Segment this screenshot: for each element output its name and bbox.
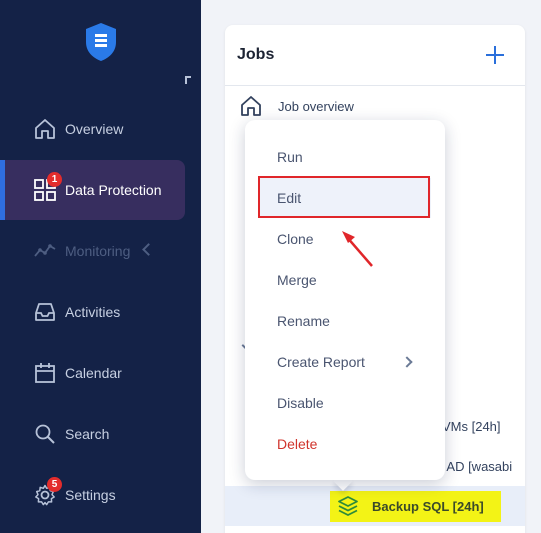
selected-job-highlight[interactable]: Backup SQL [24h] (330, 491, 501, 522)
nav-overview-label: Overview (65, 121, 124, 137)
selected-job-label: Backup SQL [24h] (372, 499, 484, 514)
search-icon (33, 422, 57, 446)
home-icon (33, 117, 57, 141)
notification-badge: 5 (47, 477, 62, 492)
menu-item-disable[interactable]: Disable (245, 383, 445, 423)
add-job-button[interactable] (484, 44, 506, 66)
menu-item-run[interactable]: Run (245, 137, 445, 177)
shield-logo-icon[interactable] (84, 22, 118, 62)
annotation-arrow-icon (342, 231, 373, 267)
menu-item-delete[interactable]: Delete (245, 424, 445, 464)
panel-title: Jobs (237, 46, 275, 63)
nav-overview[interactable]: Overview (0, 99, 185, 159)
context-menu: Run Edit Clone Merge Rename Create Repor… (245, 120, 445, 480)
calendar-icon (33, 361, 57, 385)
nav-settings[interactable]: 5 Settings (0, 465, 185, 525)
nav-data-protection[interactable]: 1 Data Protection (0, 160, 185, 220)
nav-calendar-label: Calendar (65, 365, 122, 381)
job-item-label[interactable]: y AD [wasabi (437, 459, 512, 474)
job-overview-link[interactable]: Job overview (240, 93, 354, 119)
chevron-right-icon (401, 356, 413, 368)
divider (225, 85, 525, 86)
annotation-highlight-box (258, 176, 430, 218)
menu-item-create-report[interactable]: Create Report (245, 342, 445, 382)
notification-badge: 1 (47, 172, 62, 187)
nav-monitoring[interactable]: Monitoring (0, 221, 185, 281)
nav-monitoring-label: Monitoring (65, 243, 131, 259)
chevron-left-icon (142, 243, 155, 256)
sidebar: Overview 1 Data Protection Monitoring Ac… (0, 0, 201, 533)
inbox-icon (33, 300, 57, 324)
nav-activities-label: Activities (65, 304, 121, 320)
nav-activities[interactable]: Activities (0, 282, 185, 342)
home-icon (241, 96, 261, 116)
menu-item-rename[interactable]: Rename (245, 301, 445, 341)
nav-search-label: Search (65, 426, 110, 442)
nav-data-protection-label: Data Protection (65, 182, 162, 198)
nav-calendar[interactable]: Calendar (0, 343, 185, 403)
nav-settings-label: Settings (65, 487, 116, 503)
job-item-label[interactable]: VMs [24h] (442, 419, 501, 434)
job-overview-label: Job overview (278, 98, 354, 114)
monitoring-icon (33, 239, 57, 263)
nav-search[interactable]: Search (0, 404, 185, 464)
collapse-sidebar-icon[interactable] (185, 76, 191, 84)
backup-job-icon (338, 496, 358, 517)
